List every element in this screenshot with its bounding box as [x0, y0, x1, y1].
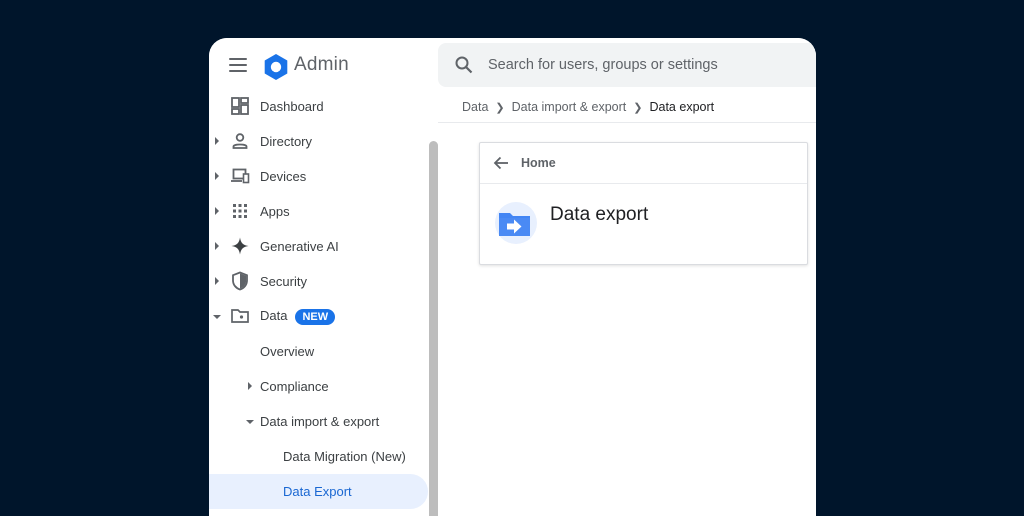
folder-export-icon	[495, 202, 537, 244]
sidebar-item-compliance[interactable]: Compliance	[209, 369, 438, 404]
sidebar-item-label: Directory	[260, 134, 313, 149]
sidebar-item-label: Compliance	[260, 379, 329, 394]
sidebar-item-label: Data Export	[283, 484, 352, 499]
dashboard-icon	[231, 97, 249, 115]
sidebar-item-overview[interactable]: Overview	[209, 334, 438, 369]
chevron-right-icon: ❯	[495, 101, 505, 114]
new-badge: NEW	[295, 309, 336, 325]
folder-icon	[231, 309, 249, 323]
sidebar-item-dashboard[interactable]: Dashboard	[209, 89, 438, 124]
breadcrumb: Data ❯ Data import & export ❯ Data expor…	[462, 100, 714, 114]
apps-grid-icon	[233, 204, 247, 218]
home-back-link[interactable]: Home	[480, 143, 807, 184]
sidebar-item-data-import-export[interactable]: Data import & export	[209, 404, 438, 439]
search-input[interactable]	[488, 53, 808, 77]
devices-icon	[231, 168, 250, 184]
data-export-card: Home Data export	[479, 142, 808, 265]
sidebar-item-label: Devices	[260, 169, 307, 184]
caret-right-icon[interactable]	[213, 137, 221, 145]
sidebar-item-data-text: Data	[260, 308, 288, 323]
sidebar-item-devices[interactable]: Devices	[209, 159, 438, 194]
header-divider	[438, 122, 816, 123]
sidebar-item-label: Generative AI	[260, 239, 339, 254]
sidebar-item-directory[interactable]: Directory	[209, 124, 438, 159]
chevron-right-icon: ❯	[633, 101, 643, 114]
arrow-back-icon[interactable]	[492, 154, 510, 172]
caret-right-icon[interactable]	[246, 382, 254, 390]
search-icon[interactable]	[454, 55, 474, 75]
sidebar-item-label: Data import & export	[260, 414, 380, 429]
caret-down-icon[interactable]	[213, 313, 221, 321]
search-bar	[438, 43, 816, 87]
sidebar-item-data[interactable]: Data NEW	[209, 299, 438, 334]
shield-icon	[232, 271, 248, 291]
sidebar-item-apps[interactable]: Apps	[209, 194, 438, 229]
app-title: Admin	[294, 54, 349, 75]
brand-header: Admin	[209, 38, 438, 94]
sidebar: Admin Dashboard Directory Devices Apps G…	[209, 38, 438, 516]
caret-right-icon[interactable]	[213, 207, 221, 215]
caret-right-icon[interactable]	[213, 172, 221, 180]
home-label: Home	[521, 156, 556, 170]
person-icon	[232, 133, 248, 149]
sidebar-scrollbar[interactable]	[429, 141, 438, 516]
caret-right-icon[interactable]	[213, 242, 221, 250]
sparkle-icon	[231, 237, 249, 255]
sidebar-item-data-export[interactable]: Data Export	[209, 474, 428, 509]
sidebar-item-label: Dashboard	[260, 99, 324, 114]
admin-window: Admin Dashboard Directory Devices Apps G…	[209, 38, 816, 516]
caret-down-icon[interactable]	[246, 418, 254, 426]
sidebar-item-label: Apps	[260, 204, 290, 219]
breadcrumb-data-import-export[interactable]: Data import & export	[512, 100, 627, 114]
caret-right-icon[interactable]	[213, 277, 221, 285]
sidebar-item-security[interactable]: Security	[209, 264, 438, 299]
page-title: Data export	[550, 204, 649, 225]
main-content: Data ❯ Data import & export ❯ Data expor…	[438, 38, 816, 516]
sidebar-item-data-migration[interactable]: Data Migration (New)	[209, 439, 438, 474]
menu-icon[interactable]	[229, 58, 247, 72]
sidebar-item-label: Security	[260, 274, 307, 289]
sidebar-item-label: Data Migration (New)	[283, 449, 406, 464]
sidebar-item-label: Data NEW	[260, 308, 336, 325]
admin-logo-icon	[264, 54, 288, 80]
sidebar-item-label: Overview	[260, 344, 315, 359]
sidebar-item-generative-ai[interactable]: Generative AI	[209, 229, 438, 264]
breadcrumb-current: Data export	[649, 100, 715, 114]
breadcrumb-data[interactable]: Data	[462, 100, 488, 114]
